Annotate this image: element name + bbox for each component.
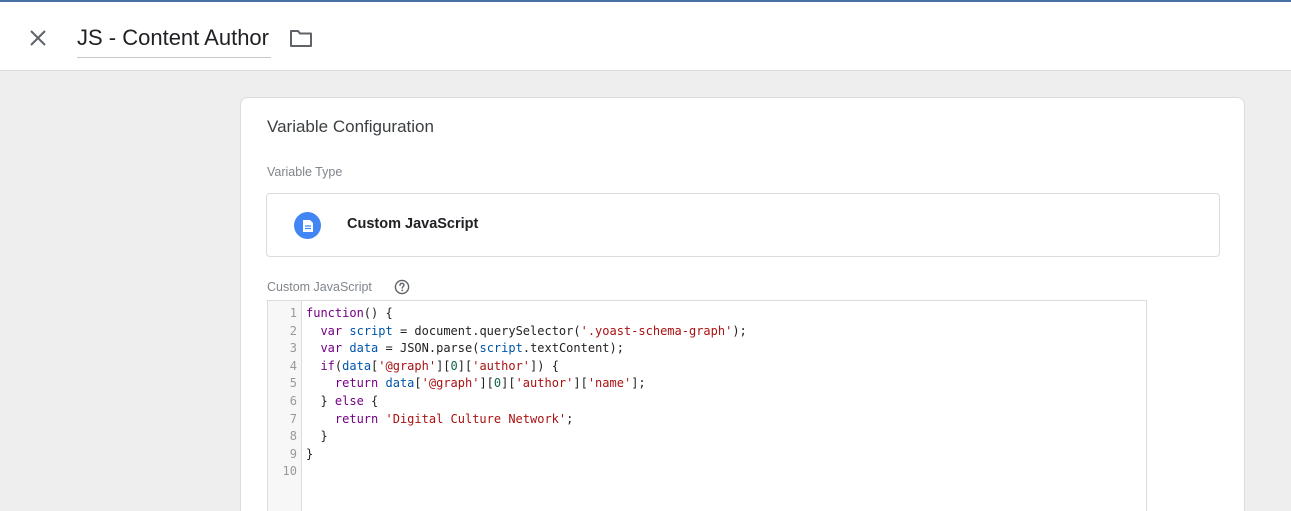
line-number: 10 [282,464,297,479]
line-number: 9 [289,446,297,461]
code-line: } [306,429,328,444]
code-content[interactable]: function() { var script = document.query… [306,305,1146,481]
close-icon [30,30,46,46]
code-editor[interactable]: 1 2 3 4 5 6 7 8 9 10 function() { var script = do… [267,300,1147,511]
code-line: return data['@graph'][0]['author']['name… [334,376,646,391]
variable-type-label: Variable Type [267,165,343,179]
title-field[interactable]: JS - Content Author [77,22,271,58]
variable-configuration-card: Variable Configuration Variable Type Cus… [240,97,1245,511]
code-line: } [306,446,314,461]
line-number: 4 [289,358,297,373]
line-number: 5 [289,376,297,391]
folder-button[interactable] [288,26,314,50]
document-icon [294,212,321,239]
help-circle-icon[interactable] [394,279,410,295]
line-number: 6 [289,393,297,408]
code-line: function() { [306,306,393,320]
close-button[interactable] [24,24,52,52]
line-number: 3 [289,341,297,356]
card-title: Variable Configuration [267,117,434,136]
code-line: if(data['@graph'][0]['author']) { [320,358,559,373]
code-line: return 'Digital Culture Network'; [334,411,574,426]
line-number: 1 [289,306,297,320]
code-line: var script = document.querySelector('.yo… [320,323,747,338]
folder-icon [290,30,312,47]
custom-javascript-label: Custom JavaScript [267,280,372,294]
code-line: } else { [306,393,379,408]
line-number: 8 [289,429,297,444]
page-title: JS - Content Author [77,25,269,50]
code-line: var data = JSON.parse(script.textContent… [320,341,624,356]
variable-type-name: Custom JavaScript [347,216,479,232]
top-bar: JS - Content Author [0,0,1291,71]
line-number-gutter: 1 2 3 4 5 6 7 8 9 10 [268,301,302,511]
line-number: 7 [289,411,297,426]
variable-type-selector[interactable]: Custom JavaScript [266,193,1220,257]
line-number: 2 [289,323,297,338]
